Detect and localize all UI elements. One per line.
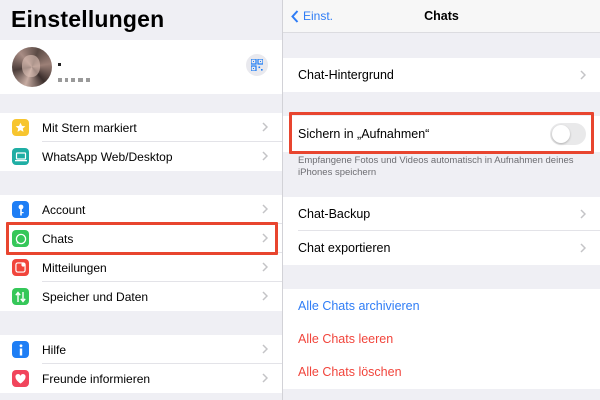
- delete-all-chats-button[interactable]: Alle Chats löschen: [283, 355, 600, 389]
- sidebar-item-label: Mit Stern markiert: [42, 120, 137, 135]
- notification-icon: [12, 259, 29, 276]
- export-chat-row[interactable]: Chat exportieren: [283, 231, 600, 265]
- star-icon: [12, 119, 29, 136]
- info-icon: [12, 341, 29, 358]
- page-title: Einstellungen: [11, 6, 165, 32]
- sidebar-item-help[interactable]: Hilfe: [0, 335, 282, 364]
- settings-group-favorites: Mit Stern markiert WhatsApp Web/Desktop: [0, 113, 282, 171]
- save-hint-text: Empfangene Fotos und Videos automatisch …: [298, 155, 574, 178]
- sidebar-item-label: Mitteilungen: [42, 260, 107, 275]
- action-label: Alle Chats leeren: [298, 332, 394, 346]
- sidebar-item-label: Account: [42, 202, 86, 217]
- chevron-right-icon: [580, 209, 586, 219]
- sidebar-item-tell-friend[interactable]: Freunde informieren: [0, 364, 282, 393]
- chevron-right-icon: [262, 122, 268, 132]
- sidebar-item-notifications[interactable]: Mitteilungen: [0, 253, 282, 282]
- avatar: [12, 47, 52, 87]
- chat-backup-row[interactable]: Chat-Backup: [283, 197, 600, 231]
- chevron-right-icon: [262, 373, 268, 383]
- chevron-right-icon: [262, 262, 268, 272]
- profile-row[interactable]: [0, 40, 282, 94]
- qr-code-icon: [251, 59, 263, 71]
- sidebar-item-label: Speicher und Daten: [42, 289, 149, 304]
- chevron-right-icon: [580, 70, 586, 80]
- sidebar-item-label: WhatsApp Web/Desktop: [42, 149, 173, 164]
- profile-status-blurred: [58, 69, 93, 87]
- page-title: Chats: [424, 9, 459, 23]
- sidebar-item-account[interactable]: Account: [0, 195, 282, 224]
- highlight-box-save-to-photos: [289, 112, 594, 154]
- chevron-right-icon: [262, 291, 268, 301]
- clear-all-chats-button[interactable]: Alle Chats leeren: [283, 322, 600, 356]
- row-label: Chat exportieren: [298, 241, 391, 255]
- chevron-right-icon: [262, 151, 268, 161]
- highlight-box-chats: [6, 222, 278, 255]
- storage-arrows-icon: [12, 288, 29, 305]
- chevron-right-icon: [262, 204, 268, 214]
- sidebar-item-label: Hilfe: [42, 342, 67, 357]
- sidebar-item-label: Freunde informieren: [42, 371, 151, 386]
- laptop-icon: [12, 148, 29, 165]
- action-label: Alle Chats archivieren: [298, 299, 420, 313]
- navigation-bar: Einst. Chats: [283, 0, 600, 33]
- sidebar-item-starred[interactable]: Mit Stern markiert: [0, 113, 282, 142]
- chevron-right-icon: [262, 344, 268, 354]
- row-label: Chat-Hintergrund: [298, 68, 394, 82]
- settings-pane: Einstellungen Mit Stern markiert WhatsAp…: [0, 0, 282, 400]
- sidebar-item-web-desktop[interactable]: WhatsApp Web/Desktop: [0, 142, 282, 171]
- action-label: Alle Chats löschen: [298, 365, 402, 379]
- key-icon: [12, 201, 29, 218]
- chevron-right-icon: [580, 243, 586, 253]
- archive-all-chats-button[interactable]: Alle Chats archivieren: [283, 289, 600, 323]
- settings-group-help: Hilfe Freunde informieren: [0, 335, 282, 393]
- heart-icon: [12, 370, 29, 387]
- profile-name-blurred: [58, 53, 72, 66]
- chat-background-row[interactable]: Chat-Hintergrund: [283, 58, 600, 92]
- row-label: Chat-Backup: [298, 207, 371, 221]
- qr-code-button[interactable]: [246, 54, 268, 76]
- sidebar-item-storage[interactable]: Speicher und Daten: [0, 282, 282, 311]
- chats-settings-pane: Einst. Chats Chat-Hintergrund Sichern in…: [283, 0, 600, 400]
